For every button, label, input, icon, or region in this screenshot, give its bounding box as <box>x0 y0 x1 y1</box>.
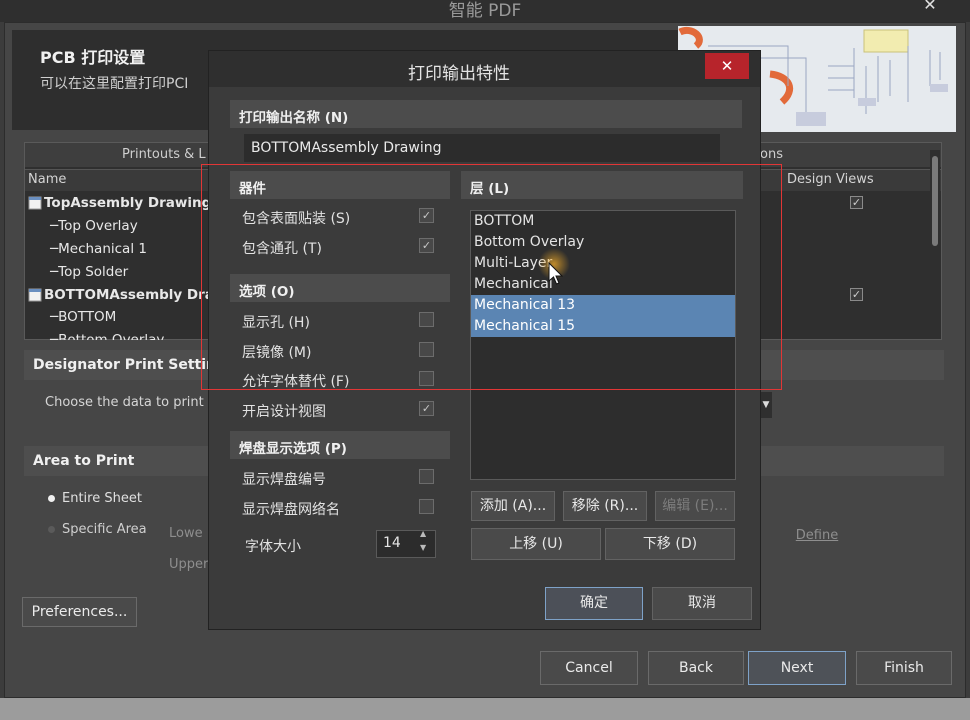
printout-page-icon <box>28 288 42 302</box>
layers-section-title: 层 (L) <box>470 181 510 197</box>
mirror-layers-checkbox[interactable] <box>419 342 434 357</box>
layer-item[interactable]: BOTTOM <box>471 211 735 232</box>
tree-clip: ─Bottom Overlay <box>40 330 220 340</box>
design-views-checkbox[interactable]: ✓ <box>419 401 434 416</box>
mouse-cursor-icon <box>548 262 564 285</box>
ok-button[interactable]: 确定 <box>545 587 643 620</box>
next-button[interactable]: Next <box>748 651 846 685</box>
radio-entire-sheet-label: Entire Sheet <box>62 491 142 506</box>
move-down-button[interactable]: 下移 (D) <box>605 528 735 560</box>
tree-item[interactable]: TopAssembly Drawing <box>44 195 211 211</box>
outer-window-title: 智能 PDF <box>448 1 522 21</box>
show-pad-numbers-checkbox[interactable] <box>419 469 434 484</box>
tree-item[interactable]: ─BOTTOM <box>50 309 116 325</box>
design-views-label: 开启设计视图 <box>242 404 326 420</box>
include-th-label: 包含通孔 (T) <box>242 241 322 257</box>
move-up-button[interactable]: 上移 (U) <box>471 528 601 560</box>
page-title: PCB 打印设置 <box>40 48 146 67</box>
options-section-title: 选项 (O) <box>239 284 295 300</box>
scroll-thumb[interactable] <box>932 156 938 246</box>
layer-item[interactable]: Bottom Overlay <box>471 232 735 253</box>
layer-item-selected[interactable]: Mechanical 15 <box>471 316 735 337</box>
preferences-button[interactable]: Preferences... <box>22 597 137 627</box>
chevron-up-icon[interactable]: ▲ <box>420 529 432 538</box>
font-substitution-label: 允许字体替代 (F) <box>242 374 350 390</box>
font-size-value[interactable]: 14 <box>383 535 401 551</box>
edit-layer-button[interactable]: 编辑 (E)... <box>655 491 735 521</box>
upper-right-label: Upper <box>169 557 209 572</box>
chevron-down-icon[interactable]: ▼ <box>760 392 772 418</box>
layer-item[interactable]: Multi-Layer <box>471 253 735 274</box>
layer-item[interactable]: Mechanical <box>471 274 735 295</box>
add-layer-button[interactable]: 添加 (A)... <box>471 491 555 521</box>
column-header-design-views[interactable]: Design Views <box>787 172 874 187</box>
show-pad-numbers-label: 显示焊盘编号 <box>242 472 326 488</box>
radio-specific-area[interactable] <box>48 526 55 533</box>
design-views-checkbox[interactable]: ✓ <box>850 288 863 301</box>
show-holes-label: 显示孔 (H) <box>242 315 310 331</box>
mirror-layers-label: 层镜像 (M) <box>242 345 312 361</box>
back-button[interactable]: Back <box>648 651 744 685</box>
dialog-cancel-button[interactable]: 取消 <box>652 587 752 620</box>
designator-section-title: Designator Print Settings <box>33 357 235 373</box>
dialog-title: 打印输出特性 <box>408 64 510 84</box>
tree-item[interactable]: BOTTOMAssembly Draw <box>44 287 226 303</box>
printout-name-input[interactable]: BOTTOMAssembly Drawing <box>244 134 720 162</box>
tree-item[interactable]: ─Top Overlay <box>50 218 138 234</box>
include-smd-checkbox[interactable]: ✓ <box>419 208 434 223</box>
tree-item[interactable]: ─Mechanical 1 <box>50 241 147 257</box>
column-header-name[interactable]: Name <box>28 172 66 187</box>
layer-item-selected[interactable]: Mechanical 13 <box>471 295 735 316</box>
show-pad-nets-checkbox[interactable] <box>419 499 434 514</box>
tab-printouts[interactable]: Printouts & L <box>122 147 206 162</box>
pad-section-title: 焊盘显示选项 (P) <box>239 441 347 457</box>
components-section-title: 器件 <box>239 181 266 197</box>
show-pad-nets-label: 显示焊盘网络名 <box>242 502 340 518</box>
design-views-checkbox[interactable]: ✓ <box>850 196 863 209</box>
printout-page-icon <box>28 196 42 210</box>
chevron-down-icon[interactable]: ▼ <box>420 543 432 552</box>
tree-item[interactable]: ─Bottom Overlay <box>50 332 164 340</box>
choose-data-label: Choose the data to print i <box>45 395 212 410</box>
include-smd-label: 包含表面贴装 (S) <box>242 211 351 227</box>
outer-close-icon[interactable]: ✕ <box>920 0 940 14</box>
dialog-close-icon[interactable]: ✕ <box>705 53 749 79</box>
finish-button[interactable]: Finish <box>856 651 952 685</box>
taskbar-strip <box>0 698 970 720</box>
radio-entire-sheet[interactable] <box>48 495 55 502</box>
radio-specific-area-label: Specific Area <box>62 522 147 537</box>
area-section-title: Area to Print <box>33 453 135 469</box>
name-section-title: 打印输出名称 (N) <box>239 110 349 126</box>
font-size-label: 字体大小 <box>245 539 301 555</box>
remove-layer-button[interactable]: 移除 (R)... <box>563 491 647 521</box>
lower-left-label: Lowe <box>169 526 203 541</box>
page-subtitle: 可以在这里配置打印PCI <box>40 76 189 92</box>
tab-options[interactable]: ons <box>760 147 783 162</box>
include-th-checkbox[interactable]: ✓ <box>419 238 434 253</box>
define-button[interactable]: Define <box>774 521 860 551</box>
cancel-button[interactable]: Cancel <box>540 651 638 685</box>
show-holes-checkbox[interactable] <box>419 312 434 327</box>
font-substitution-checkbox[interactable] <box>419 371 434 386</box>
tree-item[interactable]: ─Top Solder <box>50 264 128 280</box>
